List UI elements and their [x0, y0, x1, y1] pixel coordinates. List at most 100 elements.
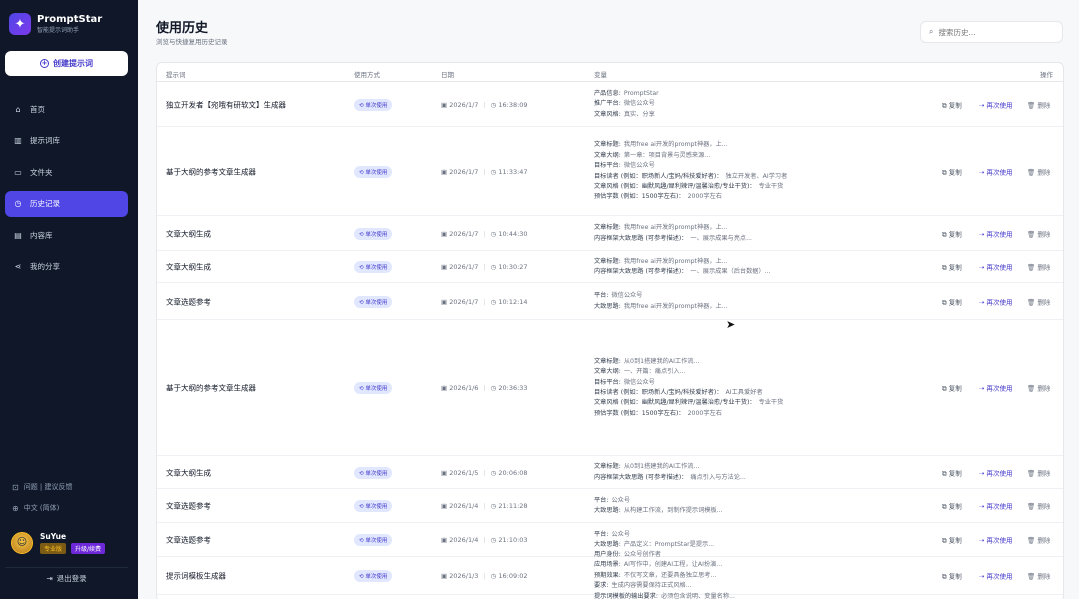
reuse-button[interactable]: ⇢ 再次使用 — [979, 535, 1027, 546]
delete-button[interactable]: 🗑︎ 删除 — [1027, 535, 1050, 546]
variable-line: 平台: 微信公众号 — [594, 291, 728, 301]
delete-button[interactable]: 🗑︎ 删除 — [1027, 501, 1050, 512]
feedback-link[interactable]: ⊡ 问题 | 建议反馈 — [12, 482, 132, 492]
time-text: 10:12:14 — [498, 297, 528, 306]
delete-label: 删除 — [1037, 572, 1051, 581]
variable-key: 文章风格 (例如：幽默风趣/犀利辣评/温馨治愈/专业干货)： — [594, 182, 756, 190]
brand-subtitle: 智能提示词助手 — [37, 26, 80, 34]
mode-badge: ⟲ 单次使用 — [354, 295, 393, 308]
table-row[interactable]: 文章大纲生成 ⟲ 单次使用 ▣ 2026/1/7 | ◷ 10:30:27 ⧉ 复制 ⇢ 再… — [157, 251, 1063, 283]
table-row[interactable]: 提示词模板生成器 ⟲ 单次使用 ▣ 2026/1/3 | ◷ 16:09:02 ⧉ 复制 ⇢… — [157, 551, 1063, 599]
variable-key: 文章大纲: — [594, 151, 621, 159]
col-mode: 使用方式 — [354, 71, 380, 79]
table-row[interactable]: 基于大纲的参考文章生成器 ⟲ 单次使用 ▣ 2026/1/6 | ◷ 20:36:33 ⧉… — [157, 320, 1063, 456]
table-row[interactable]: 文章选题参考 ⟲ 单次使用 ▣ 2026/1/4 | ◷ 21:11:28 ⧉ 复制 ⇢ 再… — [157, 489, 1063, 523]
reuse-label: 再次使用 — [986, 230, 1013, 238]
create-prompt-button[interactable]: + 创建提示词 — [5, 51, 128, 76]
calendar-icon: ▣ — [441, 502, 450, 510]
reuse-button[interactable]: ⇢ 再次使用 — [979, 228, 1027, 239]
date-text: 2026/1/3 — [449, 572, 479, 580]
reuse-button[interactable]: ⇢ 再次使用 — [979, 99, 1027, 110]
row-actions: ⧉ 复制 ⇢ 再次使用 🗑︎ 删除 — [942, 166, 1050, 177]
delete-button[interactable]: 🗑︎ 删除 — [1027, 383, 1050, 394]
mode-badge: ⟲ 单次使用 — [354, 227, 393, 240]
copy-button[interactable]: ⧉ 复制 — [942, 166, 979, 177]
copy-button[interactable]: ⧉ 复制 — [942, 262, 979, 273]
calendar-icon: ▣ — [441, 572, 450, 580]
calendar-icon: ▣ — [441, 100, 450, 109]
language-switch[interactable]: ⊕ 中文 (简体) — [12, 503, 132, 513]
user-profile[interactable]: ☺ SuYue 专业版 升级/续费 — [11, 531, 106, 554]
variable-key: 目标读者 (例如：职场新人/宝妈/科技爱好者)： — [594, 172, 723, 180]
copy-icon: ⧉ — [942, 502, 949, 511]
reuse-icon: ⇢ — [979, 469, 987, 477]
sidebar-item-4[interactable]: ▤ 内容库 — [5, 222, 128, 248]
reuse-button[interactable]: ⇢ 再次使用 — [979, 262, 1027, 273]
variable-line: 文章标题: 我用free ai开发的prompt神器，上... — [594, 140, 787, 150]
sidebar-item-1[interactable]: ▥ 提示词库 — [5, 128, 128, 154]
row-date: ▣ 2026/1/7 | ◷ 11:33:47 — [441, 167, 528, 176]
reuse-button[interactable]: ⇢ 再次使用 — [979, 166, 1027, 177]
row-actions: ⧉ 复制 ⇢ 再次使用 🗑︎ 删除 — [942, 571, 1050, 582]
row-variables: 文章标题: 我用free ai开发的prompt神器，上... 内容框架大致思路 (… — [594, 257, 771, 278]
copy-label: 复制 — [948, 572, 962, 581]
reuse-button[interactable]: ⇢ 再次使用 — [979, 383, 1027, 394]
upgrade-button[interactable]: 升级/续费 — [71, 543, 106, 554]
delete-button[interactable]: 🗑︎ 删除 — [1027, 571, 1050, 582]
copy-label: 复制 — [948, 230, 962, 238]
sidebar-item-5[interactable]: ⋖ 我的分享 — [5, 254, 128, 280]
row-date: ▣ 2026/1/7 | ◷ 10:30:27 — [441, 263, 528, 271]
delete-button[interactable]: 🗑︎ 删除 — [1027, 166, 1050, 177]
mode-label: 单次使用 — [365, 504, 388, 510]
date-text: 2026/1/7 — [449, 229, 479, 238]
copy-button[interactable]: ⧉ 复制 — [942, 501, 979, 512]
search-box[interactable]: ⌕ — [920, 21, 1063, 43]
delete-button[interactable]: 🗑︎ 删除 — [1027, 228, 1050, 239]
delete-button[interactable]: 🗑︎ 删除 — [1027, 467, 1050, 478]
table-row[interactable]: 文章选题参考 ⟲ 单次使用 ▣ 2026/1/7 | ◷ 10:12:14 ⧉ 复制 ⇢ 再… — [157, 283, 1063, 320]
table-row[interactable]: 独立开发者【宛哦有研软文】生成器 ⟲ 单次使用 ▣ 2026/1/7 | ◷ 16:38… — [157, 82, 1063, 127]
copy-button[interactable]: ⧉ 复制 — [942, 571, 979, 582]
variable-value: 我用free ai开发的prompt神器，上... — [623, 302, 728, 310]
share-icon: ⋖ — [14, 262, 22, 271]
copy-icon: ⧉ — [942, 101, 949, 109]
table-row[interactable]: 基于大纲的参考文章生成器 ⟲ 单次使用 ▣ 2026/1/7 | ◷ 11:33:47 ⧉… — [157, 127, 1063, 216]
variable-key: 平台: — [594, 496, 609, 504]
variable-key: 平台: — [594, 292, 609, 300]
copy-button[interactable]: ⧉ 复制 — [942, 228, 979, 239]
copy-button[interactable]: ⧉ 复制 — [942, 467, 979, 478]
logout-button[interactable]: ⇥ 退出登录 — [5, 567, 128, 589]
reuse-button[interactable]: ⇢ 再次使用 — [979, 296, 1027, 307]
row-date: ▣ 2026/1/6 | ◷ 20:36:33 — [441, 384, 528, 392]
delete-button[interactable]: 🗑︎ 删除 — [1027, 262, 1050, 273]
variable-key: 文章风格 (例如：幽默风趣/犀利辣评/温馨治愈/专业干货)： — [594, 399, 756, 407]
delete-button[interactable]: 🗑︎ 删除 — [1027, 99, 1050, 110]
table-row[interactable]: 文章大纲生成 ⟲ 单次使用 ▣ 2026/1/7 | ◷ 10:44:30 ⧉ 复制 ⇢ 再… — [157, 216, 1063, 251]
copy-button[interactable]: ⧉ 复制 — [942, 383, 979, 394]
copy-button[interactable]: ⧉ 复制 — [942, 535, 979, 546]
variable-value: 不仅写文章，还要具备独立思考... — [623, 571, 717, 579]
delete-button[interactable]: 🗑︎ 删除 — [1027, 296, 1050, 307]
sidebar-item-0[interactable]: ⌂ 首页 — [5, 96, 128, 122]
row-title: 基于大纲的参考文章生成器 — [166, 167, 256, 176]
variable-value: 微信公众号 — [623, 100, 655, 108]
mode-label: 单次使用 — [365, 574, 388, 580]
copy-button[interactable]: ⧉ 复制 — [942, 99, 979, 110]
sidebar-item-2[interactable]: ▭ 文件夹 — [5, 159, 128, 185]
reuse-button[interactable]: ⇢ 再次使用 — [979, 501, 1027, 512]
variable-line: 目标平台: 微信公众号 — [594, 378, 783, 388]
sidebar-item-3[interactable]: ◷ 历史记录 — [5, 190, 128, 217]
reuse-icon: ⇢ — [979, 101, 987, 109]
brand[interactable]: ✦ PromptStar 智能提示词助手 — [9, 13, 102, 35]
search-input[interactable] — [938, 27, 1049, 37]
content-icon: ▤ — [14, 230, 22, 240]
reuse-button[interactable]: ⇢ 再次使用 — [979, 467, 1027, 478]
time-text: 16:09:02 — [498, 572, 528, 580]
reuse-button[interactable]: ⇢ 再次使用 — [979, 571, 1027, 582]
mode-badge: ⟲ 单次使用 — [354, 382, 393, 394]
table-row[interactable]: 文章大纲生成 ⟲ 单次使用 ▣ 2026/1/5 | ◷ 20:06:08 ⧉ 复制 ⇢ 再… — [157, 456, 1063, 489]
col-prompt: 提示词 — [166, 71, 186, 79]
delete-label: 删除 — [1037, 101, 1051, 109]
copy-button[interactable]: ⧉ 复制 — [942, 296, 979, 307]
table-row[interactable]: 用户身份:独立开发者 — [157, 595, 1063, 599]
